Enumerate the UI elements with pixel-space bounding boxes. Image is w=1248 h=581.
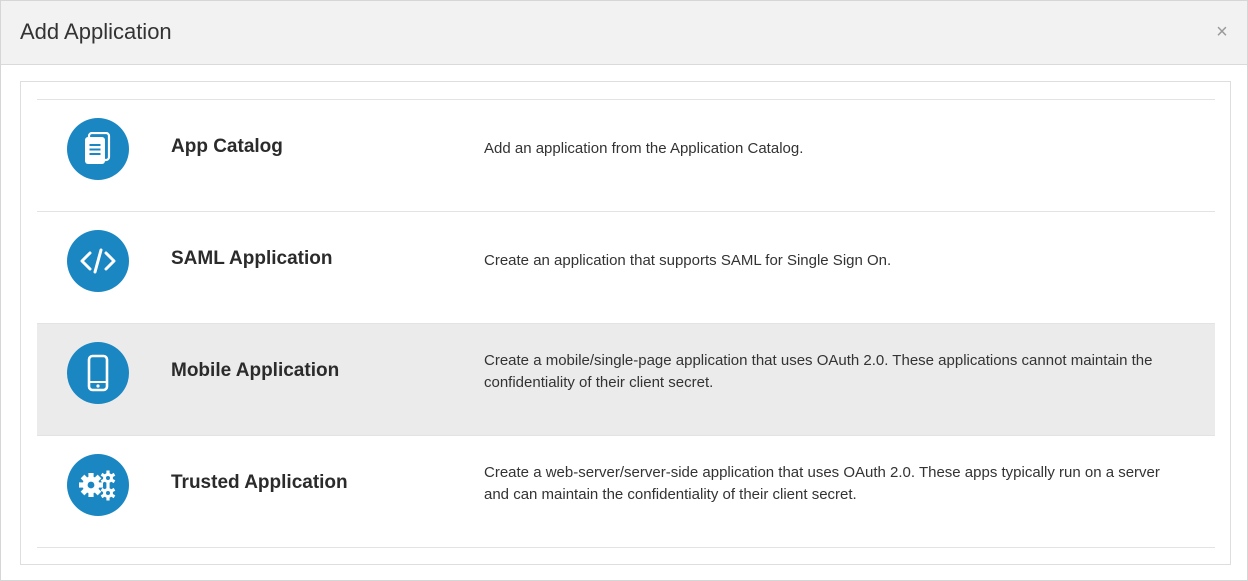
app-catalog-description: Add an application from the Application … — [484, 140, 804, 157]
dialog-body: App Catalog Add an application from the … — [20, 81, 1231, 565]
mobile-application-option[interactable]: Mobile Application Create a mobile/singl… — [37, 324, 1215, 436]
app-catalog-title: App Catalog — [171, 136, 283, 157]
trusted-application-title: Trusted Application — [171, 472, 348, 493]
saml-application-title: SAML Application — [171, 248, 333, 269]
app-catalog-option[interactable]: App Catalog Add an application from the … — [37, 100, 1215, 212]
mobile-icon — [67, 342, 129, 404]
application-type-list: App Catalog Add an application from the … — [37, 99, 1215, 548]
gears-icon — [67, 454, 129, 516]
saml-application-option[interactable]: SAML Application Create an application t… — [37, 212, 1215, 324]
code-icon — [67, 230, 129, 292]
mobile-application-description: Create a mobile/single-page application … — [484, 352, 1153, 391]
close-button[interactable]: × — [1211, 21, 1233, 43]
mobile-application-title: Mobile Application — [171, 360, 340, 381]
dialog-header: Add Application × — [1, 1, 1247, 65]
trusted-application-option[interactable]: Trusted Application Create a web-server/… — [37, 436, 1215, 548]
saml-application-description: Create an application that supports SAML… — [484, 252, 892, 269]
add-application-dialog: Add Application × App Catalog Add an app… — [0, 0, 1248, 581]
catalog-icon — [67, 118, 129, 180]
trusted-application-description: Create a web-server/server-side applicat… — [484, 464, 1160, 503]
dialog-title: Add Application — [20, 19, 172, 44]
